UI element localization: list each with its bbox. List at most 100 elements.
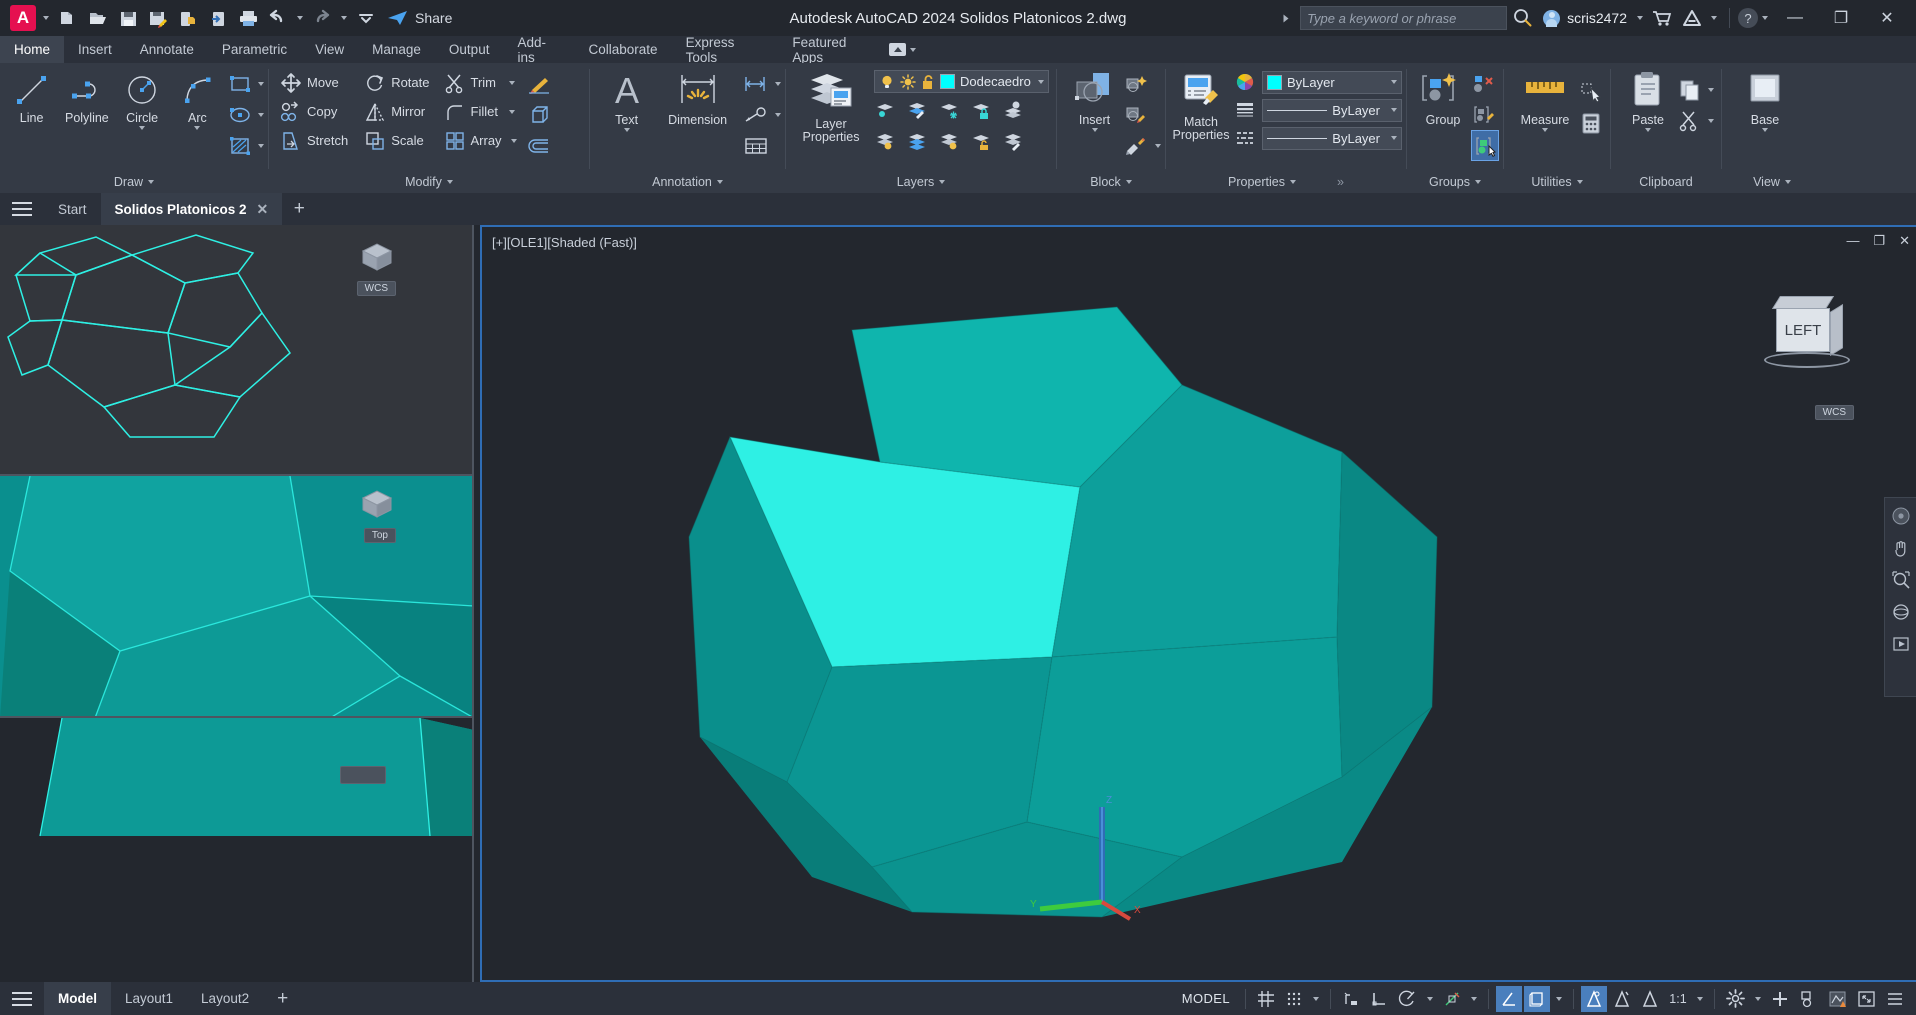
calculator-row[interactable] xyxy=(1578,107,1604,138)
lineweight-chevron-down-icon[interactable] xyxy=(1391,108,1397,112)
layer-chevron-down-icon[interactable] xyxy=(1038,79,1044,84)
insert-chevron-down-icon[interactable] xyxy=(1091,128,1098,132)
modify-explode-button[interactable] xyxy=(526,99,552,130)
modify-copy-button[interactable]: Copy xyxy=(277,97,351,126)
arc-chevron-down-icon[interactable] xyxy=(194,126,201,130)
ribbon-tab-home[interactable]: Home xyxy=(0,36,65,63)
plus-icon[interactable] xyxy=(1767,986,1793,1012)
ribbon-tab-express-tools[interactable]: Express Tools xyxy=(672,35,779,65)
block-panel-chevron-down-icon[interactable] xyxy=(1125,180,1132,184)
help-chevron-down-icon[interactable] xyxy=(1758,3,1772,33)
annotation-scale-label[interactable]: 1:1 xyxy=(1665,986,1691,1012)
minimize-button[interactable]: — xyxy=(1772,0,1818,36)
layer-isolate-icon[interactable] xyxy=(874,100,896,120)
draw-panel-chevron-down-icon[interactable] xyxy=(148,180,155,184)
ortho-icon[interactable] xyxy=(1366,986,1392,1012)
layer-match-icon[interactable] xyxy=(906,100,928,120)
panel-annotation-title-row[interactable]: Annotation xyxy=(590,171,785,193)
osnap-icon[interactable] xyxy=(1439,986,1465,1012)
viewport-splitter-v[interactable] xyxy=(472,225,474,982)
rectangle-chevron-down-icon[interactable] xyxy=(258,81,264,86)
draw-polyline-button[interactable]: Polyline xyxy=(59,68,114,125)
new-file-icon[interactable] xyxy=(53,3,83,33)
status-hamburger-icon[interactable] xyxy=(0,982,44,1015)
block-insert-button[interactable]: Insert xyxy=(1065,68,1124,132)
quick-select-row[interactable] xyxy=(1578,76,1604,107)
wcs-label-1[interactable]: WCS xyxy=(356,281,396,296)
ribbon-tab-manage[interactable]: Manage xyxy=(358,36,435,63)
viewcube-front-face[interactable]: LEFT xyxy=(1776,308,1830,352)
viewcube[interactable]: LEFT xyxy=(1756,292,1856,382)
full-navigation-wheel-icon[interactable] xyxy=(1891,506,1911,526)
panel-view-title-row[interactable]: View xyxy=(1722,171,1822,193)
leader-row[interactable] xyxy=(742,99,781,130)
osnap-chevron-down-icon[interactable] xyxy=(1467,986,1481,1012)
grid-icon[interactable] xyxy=(1253,986,1279,1012)
layout-tab-layout2[interactable]: Layout2 xyxy=(187,982,263,1015)
linetype-icon[interactable] xyxy=(1234,128,1256,148)
draw-circle-button[interactable]: Circle xyxy=(115,68,170,130)
panel-layers-title-row[interactable]: Layers xyxy=(786,171,1056,193)
ribbon-tab-insert[interactable]: Insert xyxy=(64,36,126,63)
cut-clip-chevron-down-icon[interactable] xyxy=(1708,118,1714,123)
pan-hand-icon[interactable] xyxy=(1891,538,1911,558)
attribute-chevron-down-icon[interactable] xyxy=(1155,143,1161,148)
match-properties-button[interactable]: Match Properties xyxy=(1172,68,1230,142)
group-button[interactable]: Group xyxy=(1415,68,1471,127)
ribbon-tab-annotate[interactable]: Annotate xyxy=(126,36,208,63)
color-combo[interactable]: ByLayer xyxy=(1262,70,1402,94)
modify-erase-button[interactable] xyxy=(526,68,552,99)
undo-chevron-down-icon[interactable] xyxy=(293,3,307,33)
zoom-extents-icon[interactable] xyxy=(1891,570,1911,590)
viewcube-right-face[interactable] xyxy=(1830,303,1843,357)
color-chevron-down-icon[interactable] xyxy=(1391,80,1397,84)
measure-chevron-down-icon[interactable] xyxy=(1542,128,1548,132)
gear-icon[interactable] xyxy=(1722,986,1749,1012)
apps-chevron-down-icon[interactable] xyxy=(1707,3,1721,33)
save-icon[interactable] xyxy=(113,3,143,33)
draw-ellipse-row[interactable] xyxy=(227,99,264,130)
paste-chevron-down-icon[interactable] xyxy=(1645,128,1651,132)
user-account[interactable]: scris2472 xyxy=(1537,9,1633,27)
annotation-panel-chevron-down-icon[interactable] xyxy=(716,180,723,184)
open-from-cloud-icon[interactable] xyxy=(203,3,233,33)
help-icon[interactable]: ? xyxy=(1738,8,1758,28)
properties-expand-arrow[interactable]: » xyxy=(1337,175,1344,189)
ribbon-options-chevron-down-icon[interactable] xyxy=(910,47,916,52)
layers-panel-chevron-down-icon[interactable] xyxy=(939,180,946,184)
layer-color-swatch[interactable] xyxy=(940,74,955,89)
modify-scale-button[interactable]: Scale xyxy=(361,126,432,155)
modify-panel-chevron-down-icon[interactable] xyxy=(446,180,453,184)
modify-mirror-button[interactable]: Mirror xyxy=(361,97,432,126)
redo-arrow-icon[interactable] xyxy=(307,3,337,33)
start-tab[interactable]: Start xyxy=(44,193,101,225)
layout-tab-layout1[interactable]: Layout1 xyxy=(111,982,187,1015)
viewcube-small-1[interactable] xyxy=(354,235,396,277)
layer-previous-icon[interactable] xyxy=(906,131,928,151)
new-document-tab-button[interactable]: + xyxy=(282,193,316,225)
transparency-icon[interactable] xyxy=(1637,986,1663,1012)
panel-groups-title-row[interactable]: Groups xyxy=(1407,171,1503,193)
graphics-perf-icon[interactable] xyxy=(1824,986,1851,1012)
redo-chevron-down-icon[interactable] xyxy=(337,3,351,33)
infer-constraints-icon[interactable] xyxy=(1338,986,1364,1012)
polar-icon[interactable] xyxy=(1394,986,1421,1012)
ribbon-tab-add-ins[interactable]: Add-ins xyxy=(503,35,574,65)
viewport-splitter-h1[interactable] xyxy=(0,474,474,476)
showmotion-icon[interactable] xyxy=(1891,634,1911,654)
printer-icon[interactable] xyxy=(233,3,263,33)
draw-line-button[interactable]: Line xyxy=(4,68,59,125)
search-icon[interactable] xyxy=(1507,3,1537,33)
ellipse-chevron-down-icon[interactable] xyxy=(258,112,264,117)
layer-lock-icon[interactable] xyxy=(970,100,992,120)
table-row-button[interactable] xyxy=(742,130,781,161)
document-tab-solidos-platonicos-2[interactable]: Solidos Platonicos 2 ✕ xyxy=(100,193,283,225)
panel-properties-title-row[interactable]: Properties » xyxy=(1166,171,1406,193)
account-chevron-down-icon[interactable] xyxy=(1633,3,1647,33)
base-chevron-down-icon[interactable] xyxy=(1762,128,1768,132)
linear-dim-chevron-down-icon[interactable] xyxy=(775,81,781,86)
modify-offset-button[interactable] xyxy=(526,130,552,161)
fillet-chevron-down-icon[interactable] xyxy=(508,109,515,114)
base-view-button[interactable]: Base xyxy=(1736,68,1794,132)
trim-chevron-down-icon[interactable] xyxy=(509,80,516,85)
